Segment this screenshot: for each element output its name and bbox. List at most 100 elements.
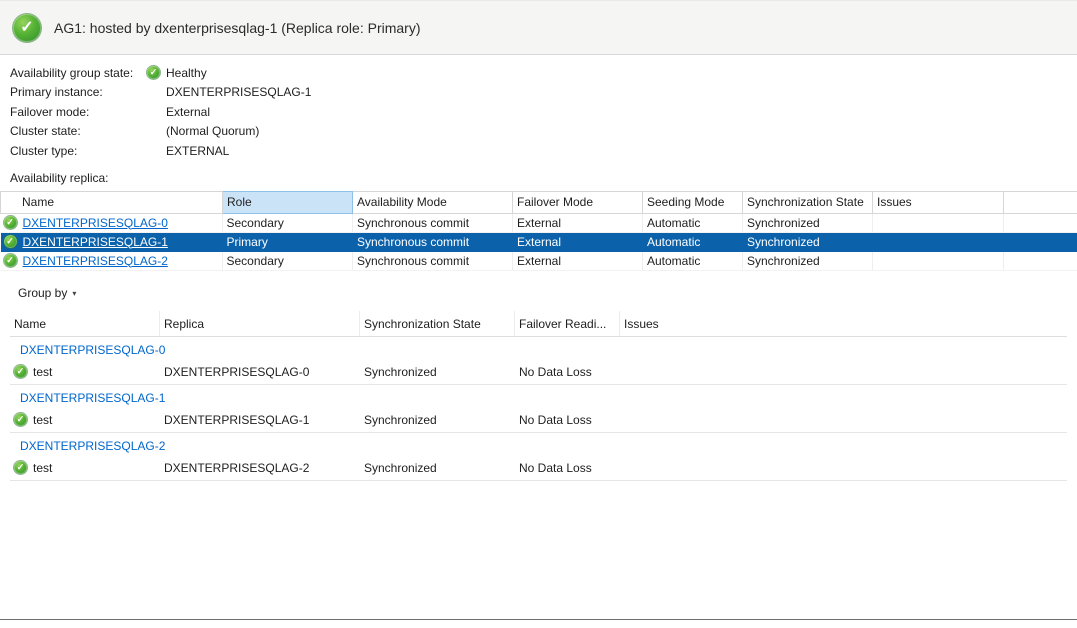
db-failover-readiness-cell: No Data Loss (515, 363, 620, 381)
replica-seeding-mode-cell: Automatic (643, 233, 743, 252)
summary-value: EXTERNAL (166, 144, 229, 158)
database-name: test (33, 413, 52, 427)
replica-row[interactable]: DXENTERPRISESQLAG-2 Secondary Synchronou… (1, 252, 1077, 271)
db-replica-cell: DXENTERPRISESQLAG-0 (160, 363, 360, 381)
database-table-header-row: Name Replica Synchronization State Failo… (10, 311, 1067, 337)
summary-row-cluster-type: Cluster type: EXTERNAL (10, 141, 1077, 161)
chevron-down-icon: ▾ (72, 289, 76, 298)
dashboard-title: AG1: hosted by dxenterprisesqlag-1 (Repl… (54, 20, 421, 36)
summary-row-group-state: Availability group state: Healthy (10, 63, 1077, 83)
column-header-availability-mode[interactable]: Availability Mode (353, 191, 513, 213)
replica-sync-state-cell: Synchronized (743, 213, 873, 233)
replica-issues-cell (873, 252, 1004, 271)
replica-row-selected[interactable]: DXENTERPRISESQLAG-1 Primary Synchronous … (1, 233, 1077, 252)
replica-issues-cell (873, 233, 1004, 252)
database-row[interactable]: test DXENTERPRISESQLAG-1 Synchronized No… (10, 407, 1067, 433)
replica-seeding-mode-cell: Automatic (643, 252, 743, 271)
summary-panel: Availability group state: Healthy Primar… (0, 55, 1077, 161)
db-sync-state-cell: Synchronized (360, 363, 515, 381)
db-replica-cell: DXENTERPRISESQLAG-2 (160, 459, 360, 477)
database-group-header: DXENTERPRISESQLAG-2 (10, 433, 1067, 455)
replica-issues-cell (873, 213, 1004, 233)
replica-failover-mode-cell: External (513, 233, 643, 252)
replica-failover-mode-cell: External (513, 252, 643, 271)
database-health-icon (14, 365, 27, 378)
replica-availability-mode-cell: Synchronous commit (353, 213, 513, 233)
db-issues-cell (620, 466, 1067, 470)
replica-filler-cell (1004, 252, 1077, 271)
db-column-header-name[interactable]: Name (10, 311, 160, 336)
replica-filler-cell (1004, 233, 1077, 252)
replica-table-header-row: Name Role Availability Mode Failover Mod… (1, 191, 1077, 213)
column-header-synchronization-state[interactable]: Synchronization State (743, 191, 873, 213)
replica-link[interactable]: DXENTERPRISESQLAG-0 (23, 216, 168, 230)
replica-health-icon (4, 216, 17, 229)
group-by-dropdown[interactable]: Group by ▾ (12, 283, 82, 303)
db-column-header-failover-readiness[interactable]: Failover Readi... (515, 311, 620, 336)
summary-label: Cluster state: (10, 124, 147, 138)
db-replica-cell: DXENTERPRISESQLAG-1 (160, 411, 360, 429)
replica-failover-mode-cell: External (513, 213, 643, 233)
column-header-name[interactable]: Name (1, 191, 223, 213)
column-header-filler (1004, 191, 1077, 213)
replica-seeding-mode-cell: Automatic (643, 213, 743, 233)
database-row[interactable]: test DXENTERPRISESQLAG-2 Synchronized No… (10, 455, 1067, 481)
summary-label: Failover mode: (10, 105, 147, 119)
db-failover-readiness-cell: No Data Loss (515, 459, 620, 477)
summary-row-failover-mode: Failover mode: External (10, 102, 1077, 122)
replica-availability-mode-cell: Synchronous commit (353, 252, 513, 271)
database-table: Name Replica Synchronization State Failo… (10, 311, 1067, 481)
replica-link[interactable]: DXENTERPRISESQLAG-1 (23, 235, 168, 249)
db-column-header-issues[interactable]: Issues (620, 311, 1067, 336)
database-health-icon (14, 461, 27, 474)
availability-group-dashboard: AG1: hosted by dxenterprisesqlag-1 (Repl… (0, 0, 1077, 481)
summary-label: Availability group state: (10, 66, 147, 80)
replica-filler-cell (1004, 213, 1077, 233)
availability-replica-label: Availability replica: (0, 161, 1077, 191)
summary-value: External (166, 105, 210, 119)
database-health-icon (14, 413, 27, 426)
db-issues-cell (620, 370, 1067, 374)
summary-row-cluster-state: Cluster state: (Normal Quorum) (10, 122, 1077, 142)
summary-label: Cluster type: (10, 144, 147, 158)
column-header-seeding-mode[interactable]: Seeding Mode (643, 191, 743, 213)
db-column-header-replica[interactable]: Replica (160, 311, 360, 336)
summary-value: Healthy (166, 66, 207, 80)
replica-health-icon (4, 235, 17, 248)
summary-label: Primary instance: (10, 85, 147, 99)
replica-name-cell: DXENTERPRISESQLAG-0 (1, 214, 223, 233)
column-header-failover-mode[interactable]: Failover Mode (513, 191, 643, 213)
summary-value: (Normal Quorum) (166, 124, 259, 138)
healthy-check-icon (147, 66, 160, 79)
summary-row-primary-instance: Primary instance: DXENTERPRISESQLAG-1 (10, 83, 1077, 103)
database-name: test (33, 365, 52, 379)
db-sync-state-cell: Synchronized (360, 411, 515, 429)
replica-link[interactable]: DXENTERPRISESQLAG-2 (23, 254, 168, 268)
replica-name-cell: DXENTERPRISESQLAG-2 (1, 252, 223, 271)
group-by-label: Group by (18, 286, 67, 300)
summary-value: DXENTERPRISESQLAG-1 (166, 85, 311, 99)
replica-row[interactable]: DXENTERPRISESQLAG-0 Secondary Synchronou… (1, 213, 1077, 233)
database-row[interactable]: test DXENTERPRISESQLAG-0 Synchronized No… (10, 359, 1067, 385)
db-sync-state-cell: Synchronized (360, 459, 515, 477)
column-header-role[interactable]: Role (223, 191, 353, 213)
replica-health-icon (4, 254, 17, 267)
healthy-status-icon (13, 14, 41, 42)
database-name: test (33, 461, 52, 475)
db-issues-cell (620, 418, 1067, 422)
replica-role-cell: Secondary (223, 252, 353, 271)
replica-sync-state-cell: Synchronized (743, 252, 873, 271)
column-header-issues[interactable]: Issues (873, 191, 1004, 213)
window-bottom-edge (0, 619, 1077, 620)
database-group-header: DXENTERPRISESQLAG-1 (10, 385, 1067, 407)
replica-role-cell: Primary (223, 233, 353, 252)
replica-role-cell: Secondary (223, 213, 353, 233)
replica-availability-mode-cell: Synchronous commit (353, 233, 513, 252)
replica-name-cell: DXENTERPRISESQLAG-1 (1, 233, 223, 252)
db-failover-readiness-cell: No Data Loss (515, 411, 620, 429)
dashboard-header: AG1: hosted by dxenterprisesqlag-1 (Repl… (0, 0, 1077, 55)
replica-table: Name Role Availability Mode Failover Mod… (0, 191, 1077, 272)
db-column-header-synchronization-state[interactable]: Synchronization State (360, 311, 515, 336)
database-group-header: DXENTERPRISESQLAG-0 (10, 337, 1067, 359)
replica-sync-state-cell: Synchronized (743, 233, 873, 252)
